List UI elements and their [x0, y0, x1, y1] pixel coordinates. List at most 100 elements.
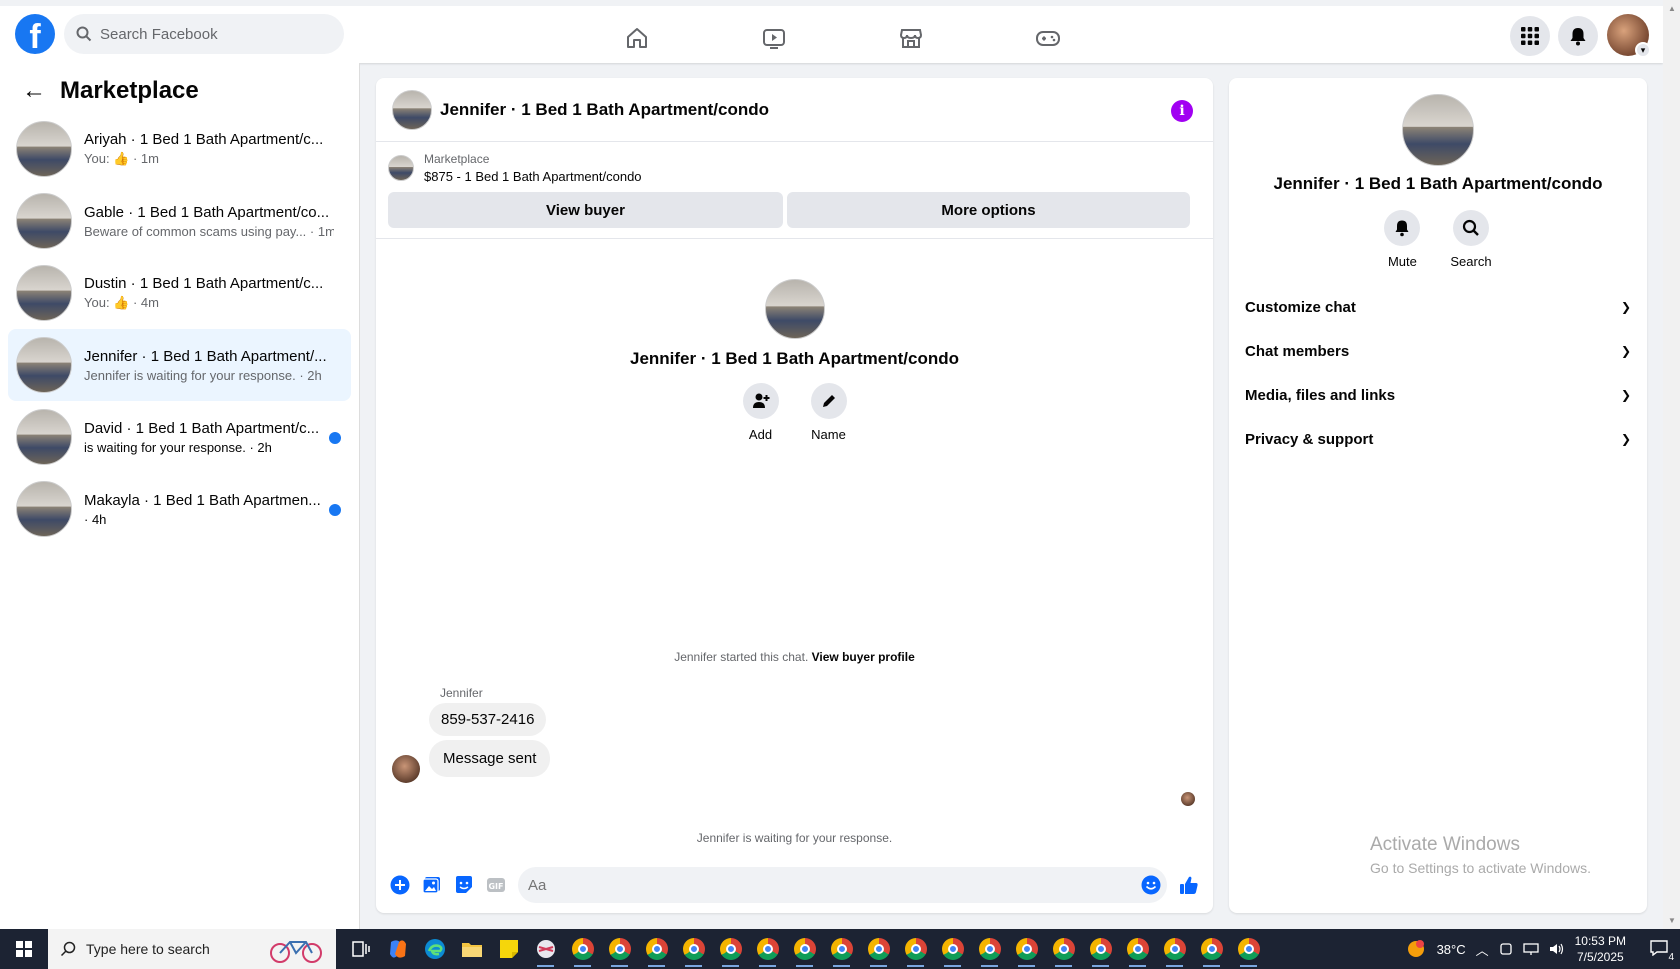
chrome-window[interactable]: [934, 929, 971, 969]
section-media-files-links[interactable]: Media, files and links ❯: [1229, 373, 1647, 417]
weather-icon[interactable]: [1405, 938, 1427, 960]
chrome-window[interactable]: [712, 929, 749, 969]
chrome-window[interactable]: [786, 929, 823, 969]
sender-avatar[interactable]: [392, 755, 420, 783]
volume-icon[interactable]: [1549, 942, 1565, 956]
chrome-window[interactable]: [823, 929, 860, 969]
thumbs-up-icon: [1180, 876, 1198, 894]
chrome-window[interactable]: [971, 929, 1008, 969]
chrome-window[interactable]: [749, 929, 786, 969]
notification-icon: [1650, 939, 1668, 956]
chrome-window[interactable]: [675, 929, 712, 969]
name-chat-button[interactable]: Name: [810, 383, 847, 442]
chevron-up-icon[interactable]: ︿: [1476, 940, 1489, 959]
send-like-button[interactable]: [1173, 869, 1205, 901]
listing-thumbnail[interactable]: [388, 155, 414, 181]
sticker-button[interactable]: [448, 869, 480, 901]
taskbar-search[interactable]: Type here to search: [48, 929, 336, 969]
chrome-window[interactable]: [1119, 929, 1156, 969]
scroll-up-icon[interactable]: ▲: [1668, 4, 1676, 13]
sender-name: Jennifer: [440, 686, 483, 700]
section-customize-chat[interactable]: Customize chat ❯: [1229, 285, 1647, 329]
details-thumbnail[interactable]: [1402, 94, 1474, 166]
start-button[interactable]: [0, 929, 48, 969]
message-input[interactable]: [528, 876, 1141, 894]
page-scrollbar[interactable]: ▲ ▼: [1663, 0, 1680, 929]
conversation-item[interactable]: Gable · 1 Bed 1 Bath Apartment/co... Bewa…: [8, 185, 351, 257]
conversation-item[interactable]: David · 1 Bed 1 Bath Apartment/c... is wa…: [8, 401, 351, 473]
account-avatar[interactable]: ▾: [1607, 14, 1651, 58]
chrome-window[interactable]: [601, 929, 638, 969]
notification-count: 4: [1668, 951, 1674, 963]
emoji-icon[interactable]: [1141, 875, 1161, 895]
search-facebook-input[interactable]: Search Facebook: [64, 14, 344, 54]
chrome-icon: [682, 938, 705, 960]
clock[interactable]: 10:53 PM 7/5/2025: [1575, 933, 1626, 965]
running-indicator: [1203, 965, 1220, 967]
chat-title[interactable]: Jennifer · 1 Bed 1 Bath Apartment/condo: [440, 100, 769, 120]
view-buyer-profile-link[interactable]: View buyer profile: [812, 650, 915, 664]
intro-title: Jennifer · 1 Bed 1 Bath Apartment/condo: [629, 349, 960, 368]
scroll-down-icon[interactable]: ▼: [1668, 916, 1676, 925]
nav-gaming[interactable]: [1018, 16, 1078, 60]
section-chat-members[interactable]: Chat members ❯: [1229, 329, 1647, 373]
notification-center-button[interactable]: 4: [1650, 939, 1674, 963]
nav-home[interactable]: [607, 16, 667, 60]
copilot-app[interactable]: [379, 929, 416, 969]
svg-text:GIF: GIF: [488, 882, 503, 891]
chrome-window[interactable]: [1082, 929, 1119, 969]
windows-taskbar: Type here to search 38°C ︿ 10:53 PM 7/5/…: [0, 929, 1680, 969]
meet-now-icon[interactable]: [1499, 942, 1513, 956]
chrome-window[interactable]: [1045, 929, 1082, 969]
sticky-notes-app[interactable]: [490, 929, 527, 969]
back-arrow-icon[interactable]: ←: [22, 79, 46, 103]
chrome-icon: [608, 938, 631, 960]
chrome-window[interactable]: [638, 929, 675, 969]
conversation-item[interactable]: Ariyah · 1 Bed 1 Bath Apartment/c... You:…: [8, 113, 351, 185]
message-composer: GIF: [376, 857, 1213, 913]
conversation-item[interactable]: Makayla · 1 Bed 1 Bath Apartmen... · 4h: [8, 473, 351, 545]
network-icon[interactable]: [1522, 942, 1539, 956]
chrome-window[interactable]: [1230, 929, 1267, 969]
chrome-window[interactable]: [1008, 929, 1045, 969]
conversation-item[interactable]: Dustin · 1 Bed 1 Bath Apartment/c... You:…: [8, 257, 351, 329]
add-people-button[interactable]: Add: [742, 383, 779, 442]
message-bubble[interactable]: 859-537-2416: [429, 703, 547, 736]
chrome-window[interactable]: [564, 929, 601, 969]
nav-marketplace[interactable]: [881, 16, 941, 60]
listing-price[interactable]: $875 - 1 Bed 1 Bath Apartment/condo: [424, 169, 642, 184]
task-view-button[interactable]: [342, 929, 379, 969]
running-indicator: [1129, 965, 1146, 967]
chrome-window[interactable]: [897, 929, 934, 969]
facebook-logo[interactable]: f: [15, 14, 55, 54]
menu-button[interactable]: [1510, 16, 1550, 56]
conversation-name: Dustin · 1 Bed 1 Bath Apartment/c...: [84, 275, 324, 292]
file-explorer-app[interactable]: [453, 929, 490, 969]
edge-app[interactable]: [416, 929, 453, 969]
chat-thumbnail[interactable]: [392, 89, 432, 130]
started-text: Jennifer started this chat.: [674, 650, 809, 664]
gif-button[interactable]: GIF: [480, 869, 512, 901]
section-privacy-support[interactable]: Privacy & support ❯: [1229, 417, 1647, 461]
attach-photo-button[interactable]: [416, 869, 448, 901]
mute-button[interactable]: Mute: [1384, 210, 1421, 269]
mute-label: Mute: [1387, 254, 1417, 269]
nav-video[interactable]: [744, 16, 804, 60]
more-options-button[interactable]: More options: [787, 192, 1190, 228]
notifications-button[interactable]: [1558, 16, 1598, 56]
message-bubble[interactable]: Message sent: [429, 740, 551, 777]
more-actions-button[interactable]: [384, 869, 416, 901]
chrome-icon: [1089, 938, 1112, 960]
view-buyer-button[interactable]: View buyer: [388, 192, 783, 228]
intro-thumbnail: [764, 279, 825, 339]
chrome-window[interactable]: [1193, 929, 1230, 969]
copilot-icon: [389, 940, 406, 958]
chrome-window[interactable]: [860, 929, 897, 969]
conversation-item-active[interactable]: Jennifer · 1 Bed 1 Bath Apartment/... Jen…: [8, 329, 351, 401]
snipping-tool-app[interactable]: [527, 929, 564, 969]
activate-windows-watermark: Activate Windows Go to Settings to activ…: [1370, 834, 1591, 876]
temperature[interactable]: 38°C: [1437, 942, 1466, 957]
chrome-window[interactable]: [1156, 929, 1193, 969]
search-in-chat-button[interactable]: Search: [1450, 210, 1492, 269]
info-icon[interactable]: i: [1171, 100, 1193, 122]
